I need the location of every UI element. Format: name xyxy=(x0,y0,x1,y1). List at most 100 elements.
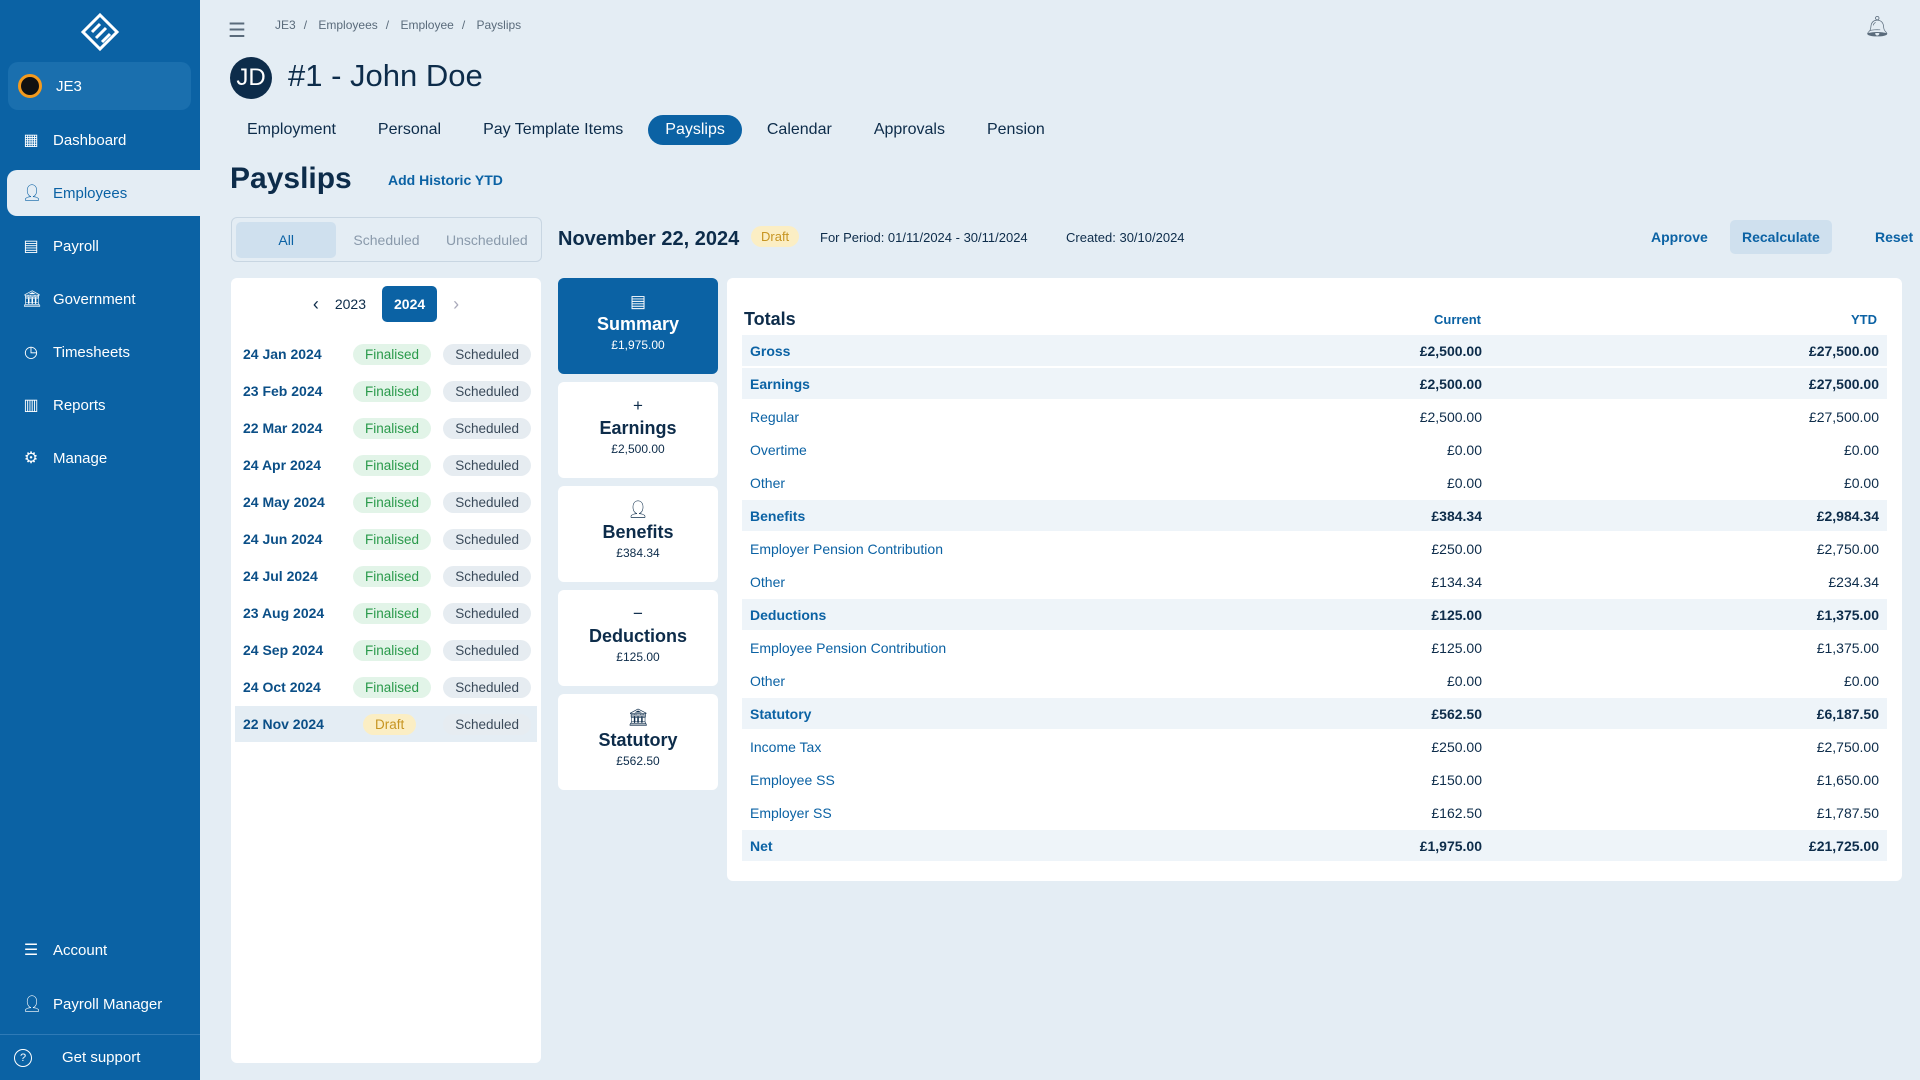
chevron-right-icon[interactable]: › xyxy=(453,294,459,315)
sidebar-item-account[interactable]: ☰ Account xyxy=(0,927,200,973)
sidebar-item-government[interactable]: 🏛︎ Government xyxy=(0,276,200,322)
card-deductions[interactable]: − Deductions £125.00 xyxy=(558,590,718,686)
nav-label: Timesheets xyxy=(53,343,130,361)
sidebar-item-manage[interactable]: ⚙ Manage xyxy=(0,435,200,481)
add-historic-ytd-button[interactable]: Add Historic YTD xyxy=(388,172,503,188)
tab-approvals[interactable]: Approvals xyxy=(857,115,962,145)
tab-payslips[interactable]: Payslips xyxy=(648,115,742,145)
row-current: £0.00 xyxy=(1446,474,1482,491)
row-label: Benefits xyxy=(750,507,806,524)
type-badge: Scheduled xyxy=(443,417,531,439)
payslip-list-item[interactable]: 24 Jun 2024 Finalised Scheduled xyxy=(235,521,537,557)
row-label: Regular xyxy=(750,408,800,425)
user-menu[interactable]: 👤︎ Payroll Manager xyxy=(0,981,200,1027)
payslip-list-item[interactable]: 24 Oct 2024 Finalised Scheduled xyxy=(235,669,537,705)
sidebar-item-dashboard[interactable]: ▦ Dashboard xyxy=(0,117,200,163)
payslip-date: 24 Jan 2024 xyxy=(243,346,322,362)
totals-row: Gross £2,500.00 £27,500.00 xyxy=(742,335,1887,366)
status-badge: Draft xyxy=(363,713,417,735)
payslip-list-item[interactable]: 22 Mar 2024 Finalised Scheduled xyxy=(235,410,537,446)
row-label: Overtime xyxy=(750,441,807,458)
nav-label: Manage xyxy=(53,449,108,467)
card-value: £562.50 xyxy=(616,754,660,768)
tab-employment[interactable]: Employment xyxy=(230,115,353,145)
status-badge: Finalised xyxy=(353,602,432,624)
payslip-list-item[interactable]: 23 Aug 2024 Finalised Scheduled xyxy=(235,595,537,631)
payslip-list-item[interactable]: 24 Jul 2024 Finalised Scheduled xyxy=(235,558,537,594)
bell-icon[interactable]: 🔔︎ xyxy=(1865,14,1890,39)
totals-row: Deductions £125.00 £1,375.00 xyxy=(742,599,1887,630)
breadcrumb-item[interactable]: Employees xyxy=(318,18,377,32)
column-current: Current xyxy=(1434,311,1481,327)
card-benefits[interactable]: 👤︎ Benefits £384.34 xyxy=(558,486,718,582)
breadcrumb: JE3/ Employees / Employee / Payslips xyxy=(275,18,522,32)
get-support-button[interactable]: ? Get support xyxy=(0,1034,200,1080)
bank-icon: 🏛︎ xyxy=(627,708,649,727)
payslip-list-item[interactable]: 22 Nov 2024 Draft Scheduled xyxy=(235,706,537,742)
totals-row: Employee SS £150.00 £1,650.00 xyxy=(742,764,1887,795)
payslip-list-item[interactable]: 24 May 2024 Finalised Scheduled xyxy=(235,484,537,520)
tab-calendar[interactable]: Calendar xyxy=(750,115,849,145)
card-statutory[interactable]: 🏛︎ Statutory £562.50 xyxy=(558,694,718,790)
tab-pension[interactable]: Pension xyxy=(970,115,1062,145)
row-ytd: £2,750.00 xyxy=(1816,738,1879,755)
row-ytd: £27,500.00 xyxy=(1808,342,1879,359)
card-value: £2,500.00 xyxy=(611,442,665,456)
tab-personal[interactable]: Personal xyxy=(361,115,458,145)
payslip-date: 22 Mar 2024 xyxy=(243,420,323,436)
type-badge: Scheduled xyxy=(443,639,531,661)
user-name: Payroll Manager xyxy=(53,995,163,1013)
row-current: £150.00 xyxy=(1431,771,1482,788)
nav-label: Employees xyxy=(53,184,128,202)
card-value: £125.00 xyxy=(616,650,660,664)
row-current: £125.00 xyxy=(1431,639,1482,656)
payslip-list-item[interactable]: 23 Feb 2024 Finalised Scheduled xyxy=(235,373,537,409)
card-earnings[interactable]: + Earnings £2,500.00 xyxy=(558,382,718,478)
payslip-list-item[interactable]: 24 Jan 2024 Finalised Scheduled xyxy=(235,336,537,372)
recalculate-button[interactable]: Recalculate xyxy=(1730,220,1832,254)
org-switcher[interactable]: JE3 xyxy=(8,62,191,110)
column-ytd: YTD xyxy=(1851,311,1877,327)
filter-unscheduled[interactable]: Unscheduled xyxy=(437,222,537,258)
type-badge: Scheduled xyxy=(443,676,531,698)
sidebar-item-timesheets[interactable]: ◷ Timesheets xyxy=(0,329,200,375)
totals-row: Employer SS £162.50 £1,787.50 xyxy=(742,797,1887,828)
reset-button[interactable]: Reset xyxy=(1875,229,1913,245)
payslip-filter: All Scheduled Unscheduled xyxy=(231,217,542,262)
menu-icon[interactable]: ☰ xyxy=(228,18,246,43)
payslip-list-item[interactable]: 24 Sep 2024 Finalised Scheduled xyxy=(235,632,537,668)
row-label: Other xyxy=(750,474,786,491)
tab-pay-template-items[interactable]: Pay Template Items xyxy=(466,115,640,145)
type-badge: Scheduled xyxy=(443,565,531,587)
totals-title: Totals xyxy=(744,308,796,329)
sidebar-item-payroll[interactable]: ▤ Payroll xyxy=(0,223,200,269)
row-current: £134.34 xyxy=(1431,573,1482,590)
year-2024[interactable]: 2024 xyxy=(382,286,438,322)
row-label: Employer Pension Contribution xyxy=(750,540,943,557)
clock-icon: ◷ xyxy=(24,344,38,361)
payslip-list-item[interactable]: 24 Apr 2024 Finalised Scheduled xyxy=(235,447,537,483)
card-summary[interactable]: ▤ Summary £1,975.00 xyxy=(558,278,718,374)
card-label: Statutory xyxy=(598,730,678,750)
row-current: £2,500.00 xyxy=(1419,375,1482,392)
breadcrumb-item[interactable]: JE3 xyxy=(275,18,296,32)
row-label: Net xyxy=(750,837,773,854)
row-current: £162.50 xyxy=(1431,804,1482,821)
gear-icon: ⚙ xyxy=(23,450,39,467)
approve-button[interactable]: Approve xyxy=(1651,229,1708,245)
bank-icon: 🏛︎ xyxy=(22,291,43,308)
sidebar-item-employees[interactable]: 👤︎ Employees xyxy=(7,170,200,216)
filter-scheduled[interactable]: Scheduled xyxy=(336,222,436,258)
card-value: £1,975.00 xyxy=(611,338,665,352)
clipboard-icon: ▤ xyxy=(23,238,39,255)
type-badge: Scheduled xyxy=(443,602,531,624)
chevron-left-icon[interactable]: ‹ xyxy=(313,294,319,315)
breadcrumb-item[interactable]: Employee xyxy=(400,18,453,32)
status-badge: Finalised xyxy=(353,676,432,698)
sidebar-item-reports[interactable]: ▥ Reports xyxy=(0,382,200,428)
year-2023[interactable]: 2023 xyxy=(335,296,366,312)
totals-row: Earnings £2,500.00 £27,500.00 xyxy=(742,368,1887,399)
row-current: £2,500.00 xyxy=(1419,408,1482,425)
filter-all[interactable]: All xyxy=(236,221,337,258)
card-label: Summary xyxy=(596,314,680,334)
